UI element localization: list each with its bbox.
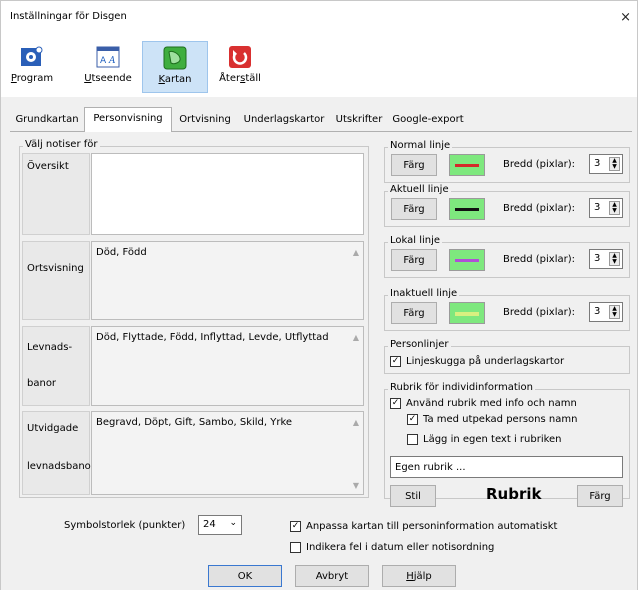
program-icon	[20, 45, 44, 69]
checkbox-checked-icon: ✓	[390, 356, 401, 367]
symbolstorlek-select[interactable]: 24 ⌄	[198, 515, 242, 535]
lokal-line-width-label: Bredd (pixlar):	[503, 254, 576, 265]
tab-ortvisning[interactable]: Ortvisning	[172, 109, 238, 131]
tab-google-export[interactable]: Google-export	[388, 109, 468, 131]
avbryt-button[interactable]: Avbryt	[295, 565, 369, 587]
aktuell-line-title: Aktuell linje	[388, 184, 451, 195]
utvidgade-value: Begravd, Döpt, Gift, Sambo, Skild, Yrke	[96, 417, 293, 428]
aterstall-button[interactable]: Återställ	[216, 41, 264, 93]
oversikt-label: Översikt	[22, 153, 90, 235]
checkbox-unchecked-icon	[290, 542, 301, 553]
tab-grundkartan[interactable]: Grundkartan	[10, 109, 84, 131]
lokal-line-swatch	[449, 249, 485, 271]
utvidgade-label: Utvidgade levnadsbano	[22, 411, 91, 495]
tab-utskrifter[interactable]: Utskrifter	[330, 109, 388, 131]
utvidgade-field[interactable]: Begravd, Döpt, Gift, Sambo, Skild, Yrke …	[91, 411, 364, 495]
inaktuell-line-swatch	[449, 302, 485, 324]
stil-button[interactable]: Stil	[390, 485, 436, 507]
checkbox-checked-icon: ✓	[290, 521, 301, 532]
appearance-icon: AA	[96, 45, 120, 69]
levnadsbanor-field[interactable]: Död, Flyttade, Född, Inflyttad, Levde, U…	[91, 326, 364, 406]
reset-icon	[228, 45, 252, 69]
scroll-up-icon[interactable]: ▲	[353, 418, 359, 427]
ortsvisning-label: Ortsvisning	[22, 241, 90, 320]
spinner-arrows-icon: ▲ ▼	[609, 305, 620, 319]
toolbar: Program AA Utseende Kartan Återställ	[1, 35, 637, 97]
hjalp-button[interactable]: Hjälp	[382, 565, 456, 587]
lokal-line-color-button[interactable]: Färg	[391, 249, 437, 271]
aktuell-line-swatch	[449, 198, 485, 220]
checkbox-checked-icon: ✓	[390, 398, 401, 409]
normal-line-color-button[interactable]: Färg	[391, 154, 437, 176]
ok-button[interactable]: OK	[208, 565, 282, 587]
program-button[interactable]: Program	[10, 41, 54, 93]
notiser-title: Välj notiser för	[23, 139, 100, 150]
anpassa-kartan-checkbox[interactable]: ✓ Anpassa kartan till personinformation a…	[290, 520, 557, 534]
svg-text:A: A	[100, 56, 107, 66]
ta-med-namn-checkbox[interactable]: ✓ Ta med utpekad persons namn	[407, 413, 577, 427]
personlinjer-title: Personlinjer	[388, 339, 451, 350]
lokal-line-width-spinner[interactable]: 3 ▲ ▼	[589, 249, 623, 269]
program-label: Program	[10, 73, 54, 84]
settings-dialog: Inställningar för Disgen × Program AA Ut…	[0, 0, 638, 590]
rubrik-preview: Rubrik	[486, 485, 542, 503]
inaktuell-line-width-spinner[interactable]: 3 ▲ ▼	[589, 302, 623, 322]
scroll-up-icon[interactable]: ▲	[353, 248, 359, 257]
aktuell-line-width-label: Bredd (pixlar):	[503, 203, 576, 214]
tab-personvisning[interactable]: Personvisning	[84, 107, 172, 132]
normal-line-title: Normal linje	[388, 140, 453, 151]
spinner-arrows-icon: ▲ ▼	[609, 157, 620, 171]
normal-line-swatch	[449, 154, 485, 176]
aktuell-line-width-spinner[interactable]: 3 ▲ ▼	[589, 198, 623, 218]
aktuell-line-color-button[interactable]: Färg	[391, 198, 437, 220]
scroll-down-icon[interactable]: ▼	[353, 481, 359, 490]
anvand-rubrik-checkbox[interactable]: ✓ Använd rubrik med info och namn	[390, 397, 577, 411]
inaktuell-line-width-label: Bredd (pixlar):	[503, 307, 576, 318]
close-icon[interactable]: ×	[620, 10, 631, 25]
egen-rubrik-input[interactable]: Egen rubrik ...	[390, 456, 623, 478]
linjeskugga-checkbox[interactable]: ✓ Linjeskugga på underlagskartor	[390, 355, 564, 369]
aterstall-label: Återställ	[219, 73, 261, 84]
lokal-line-title: Lokal linje	[388, 235, 443, 246]
normal-line-width-spinner[interactable]: 3 ▲ ▼	[589, 154, 623, 174]
tab-underlagskartor[interactable]: Underlagskartor	[238, 109, 330, 131]
spinner-arrows-icon: ▲ ▼	[609, 252, 620, 266]
oversikt-field[interactable]	[91, 153, 364, 235]
inaktuell-line-color-button[interactable]: Färg	[391, 302, 437, 324]
rubrik-color-button[interactable]: Färg	[577, 485, 623, 507]
scroll-up-icon[interactable]: ▲	[353, 333, 359, 342]
utseende-label: Utseende	[84, 73, 132, 84]
levnadsbanor-label: Levnads- banor	[22, 326, 90, 406]
spinner-arrows-icon: ▲ ▼	[609, 201, 620, 215]
kartan-label: Kartan	[158, 74, 192, 85]
rubrik-title: Rubrik för individinformation	[388, 382, 535, 393]
window-title: Inställningar för Disgen	[10, 11, 127, 22]
kartan-button[interactable]: Kartan	[142, 41, 208, 93]
normal-line-width-label: Bredd (pixlar):	[503, 159, 576, 170]
lagg-in-egen-text-checkbox[interactable]: Lägg in egen text i rubriken	[407, 433, 562, 447]
svg-text:A: A	[108, 56, 116, 66]
levnadsbanor-value: Död, Flyttade, Född, Inflyttad, Levde, U…	[96, 332, 329, 343]
title-bar: Inställningar för Disgen ×	[1, 1, 637, 35]
inaktuell-line-title: Inaktuell linje	[388, 288, 460, 299]
map-icon	[163, 46, 187, 70]
utseende-button[interactable]: AA Utseende	[84, 41, 132, 93]
indikera-fel-checkbox[interactable]: Indikera fel i datum eller notisordning	[290, 541, 494, 555]
ortsvisning-value: Död, Född	[96, 247, 147, 258]
symbolstorlek-label: Symbolstorlek (punkter)	[64, 520, 186, 531]
checkbox-checked-icon: ✓	[407, 414, 418, 425]
checkbox-unchecked-icon	[407, 434, 418, 445]
chevron-down-icon: ⌄	[229, 518, 237, 528]
ortsvisning-field[interactable]: Död, Född ▲	[91, 241, 364, 320]
